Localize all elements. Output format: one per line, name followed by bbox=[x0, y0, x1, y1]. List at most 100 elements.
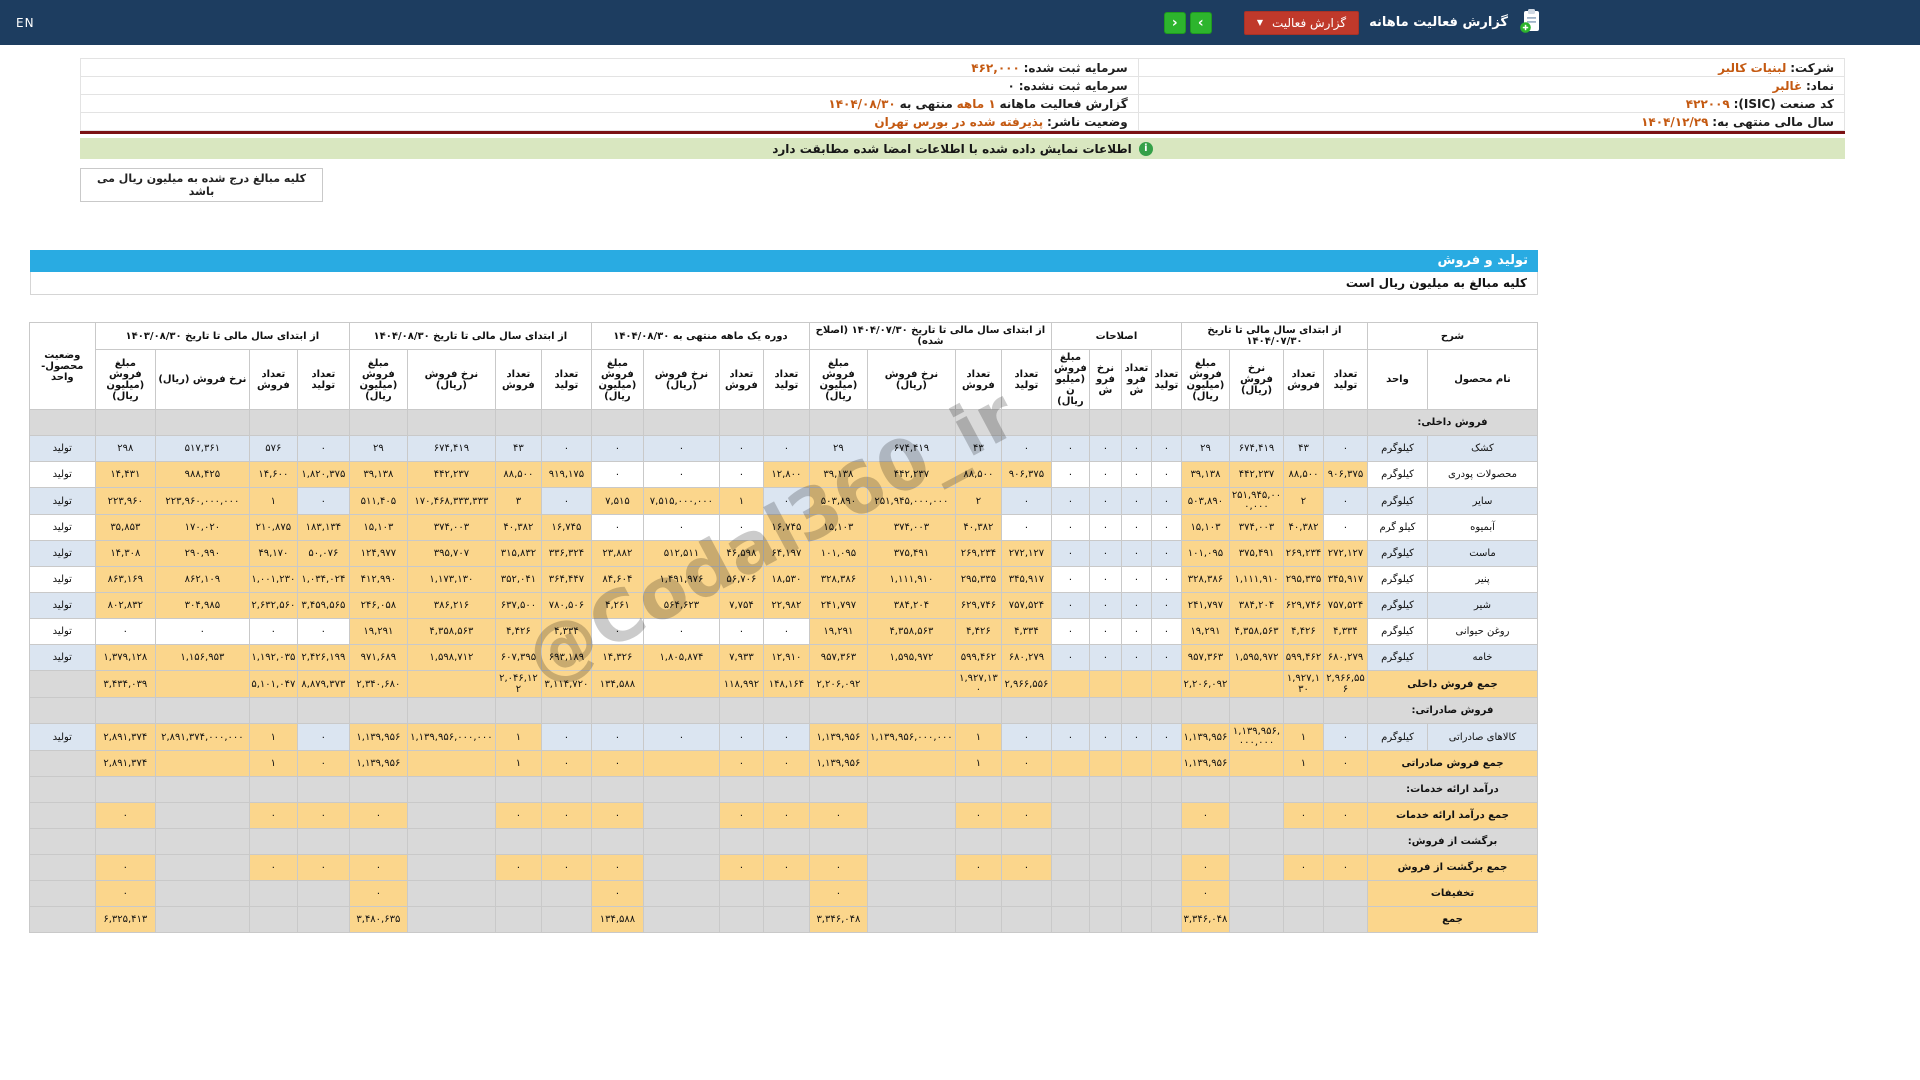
table-cell: ۰ bbox=[540, 854, 592, 881]
product-status: تولید bbox=[28, 723, 96, 751]
table-cell bbox=[954, 776, 1002, 803]
table-cell: ۴,۲۶۱ bbox=[590, 592, 644, 619]
isic-label: کد صنعت (ISIC): bbox=[1733, 96, 1834, 111]
section-row: برگشت از فروش: bbox=[28, 828, 1539, 855]
language-toggle[interactable]: EN bbox=[16, 16, 35, 30]
table-cell: ۰ bbox=[296, 802, 350, 829]
table-cell bbox=[540, 776, 592, 803]
table-cell: ۰ bbox=[762, 618, 810, 645]
table-cell: ۳۴۵,۹۱۷ bbox=[1000, 566, 1052, 593]
table-cell bbox=[348, 697, 408, 724]
table-cell: ۲۵۱,۹۴۵,۰۰۰,۰۰۰ bbox=[1228, 487, 1284, 515]
table-cell: ۰ bbox=[94, 880, 156, 907]
table-cell: ۰ bbox=[718, 854, 764, 881]
table-cell: ۱ bbox=[494, 723, 542, 751]
col-subheader: مبلغ فروش (میلیون ریال) bbox=[590, 349, 644, 410]
table-cell bbox=[248, 697, 298, 724]
table-cell bbox=[1000, 906, 1052, 933]
col-subheader: مبلغ فروش (میلیون ریال) bbox=[808, 349, 868, 410]
table-cell bbox=[1150, 697, 1182, 724]
table-cell: ۱,۵۹۵,۹۷۲ bbox=[866, 644, 956, 671]
table-cell: ۰ bbox=[1120, 618, 1152, 645]
table-row: پنیر کیلوگرم ۳۴۵,۹۱۷ ۲۹۵,۳۳۵ ۱,۱۱۱,۹۱۰ ۳۲۸,۳۸… bbox=[28, 566, 1538, 593]
company-info-table: شرکت: لبنیات کالبر سرمایه ثبت شده: ۴۶۲,۰… bbox=[80, 58, 1846, 131]
product-name: ماست bbox=[1427, 540, 1538, 567]
table-cell: ۰ bbox=[296, 618, 350, 645]
table-cell: ۱۲۴,۹۷۷ bbox=[348, 540, 408, 567]
table-cell bbox=[406, 670, 496, 698]
table-cell: ۶۲۹,۷۴۶ bbox=[954, 592, 1002, 619]
table-cell: ۱۳۴,۵۸۸ bbox=[590, 906, 644, 933]
table-cell bbox=[866, 750, 956, 777]
table-cell: ۶۳۷,۵۰۰ bbox=[494, 592, 542, 619]
table-cell: ۴,۳۵۸,۵۶۳ bbox=[406, 618, 496, 645]
table-cell: ۰ bbox=[590, 723, 644, 751]
table-cell bbox=[762, 776, 810, 803]
table-cell: ۰ bbox=[1120, 723, 1152, 751]
table-cell: ۲ bbox=[1282, 487, 1324, 515]
table-cell: ۷۵۷,۵۲۴ bbox=[1322, 592, 1368, 619]
table-cell bbox=[1282, 697, 1324, 724]
table-cell bbox=[954, 697, 1002, 724]
col-subheader: تعداد تولید bbox=[540, 349, 592, 410]
table-cell bbox=[1180, 697, 1230, 724]
table-row: روغن حیوانی کیلوگرم ۴,۳۳۴ ۴,۴۲۶ ۴,۳۵۸,۵۶۳ ۱۹,… bbox=[28, 618, 1538, 645]
publisher-status-label: وضعیت ناشر: bbox=[1047, 114, 1128, 129]
table-cell: ۹۰۶,۳۷۵ bbox=[1000, 461, 1052, 488]
product-name: پنیر bbox=[1427, 566, 1538, 593]
table-cell: ۰ bbox=[718, 802, 764, 829]
table-row: شیر کیلوگرم ۷۵۷,۵۲۴ ۶۲۹,۷۴۶ ۳۸۴,۲۰۴ ۲۴۱,۷۹۷ ۰ ۰… bbox=[28, 592, 1538, 619]
million-rial-note: کلیه مبالغ درج شده به میلیون ریال می باش… bbox=[80, 168, 323, 202]
table-cell: ۰ bbox=[1120, 435, 1152, 462]
table-cell bbox=[154, 409, 250, 436]
section-label: فروش داخلی: bbox=[1366, 409, 1539, 436]
section-row: فروش داخلی: bbox=[28, 409, 1539, 436]
next-report-button[interactable]: › bbox=[1189, 11, 1212, 34]
product-unit: کیلوگرم bbox=[1366, 566, 1429, 593]
table-cell: ۴,۴۲۶ bbox=[954, 618, 1002, 645]
table-cell bbox=[406, 906, 496, 933]
table-cell: ۰ bbox=[1322, 750, 1368, 777]
product-unit: کیلو گرم bbox=[1366, 514, 1429, 541]
table-cell: ۹۷۱,۶۸۹ bbox=[348, 644, 408, 671]
table-cell: ۰ bbox=[808, 854, 868, 881]
table-cell bbox=[866, 828, 956, 855]
table-cell: ۰ bbox=[590, 618, 644, 645]
table-row: آبمیوه کیلو گرم ۰ ۴۰,۳۸۲ ۳۷۴,۰۰۳ ۱۵,۱۰۳ ۰ ۰ ۰ ۰ ۰ ۴… bbox=[28, 514, 1538, 541]
table-cell bbox=[762, 906, 810, 933]
table-cell: ۰ bbox=[1322, 487, 1368, 515]
table-cell: ۵۰,۰۷۶ bbox=[296, 540, 350, 567]
table-cell bbox=[1000, 828, 1052, 855]
table-cell: ۰ bbox=[590, 750, 644, 777]
registered-capital-value: ۴۶۲,۰۰۰ bbox=[971, 60, 1020, 75]
table-cell: ۷۵۷,۵۲۴ bbox=[1000, 592, 1052, 619]
table-cell: ۲۹ bbox=[1180, 435, 1230, 462]
table-cell bbox=[866, 697, 956, 724]
table-cell bbox=[28, 670, 96, 698]
table-cell: ۱ bbox=[954, 723, 1002, 751]
table-cell: ۰ bbox=[1050, 435, 1090, 462]
table-cell bbox=[1228, 802, 1284, 829]
table-cell: ۱,۰۰۱,۲۳۰ bbox=[248, 566, 298, 593]
table-cell bbox=[540, 906, 592, 933]
table-cell bbox=[1322, 880, 1368, 907]
table-cell bbox=[1088, 409, 1122, 436]
table-cell: ۰ bbox=[1150, 461, 1182, 488]
report-type-dropdown[interactable]: گزارش فعالیت ▼ bbox=[1243, 10, 1360, 35]
table-cell: ۲۶۹,۲۳۴ bbox=[1282, 540, 1324, 567]
table-cell bbox=[866, 880, 956, 907]
table-cell: ۱۵,۱۰۳ bbox=[1180, 514, 1230, 541]
table-cell: ۵۰۳,۸۹۰ bbox=[1180, 487, 1230, 515]
table-cell: ۰ bbox=[1000, 750, 1052, 777]
table-cell: ۲,۶۳۲,۵۶۰ bbox=[248, 592, 298, 619]
table-cell: ۴,۳۵۸,۵۶۳ bbox=[1228, 618, 1284, 645]
table-cell: ۳۸۴,۲۰۴ bbox=[866, 592, 956, 619]
table-cell: ۶۹۳,۱۸۹ bbox=[540, 644, 592, 671]
table-cell: ۲۵۱,۹۴۵,۰۰۰,۰۰۰ bbox=[866, 487, 956, 515]
table-cell bbox=[494, 880, 542, 907]
table-cell: ۰ bbox=[1050, 540, 1090, 567]
table-cell: ۱۹,۲۹۱ bbox=[348, 618, 408, 645]
section-label: برگشت از فروش: bbox=[1366, 828, 1539, 855]
prev-report-button[interactable]: ‹ bbox=[1163, 11, 1186, 34]
table-cell bbox=[1050, 906, 1090, 933]
